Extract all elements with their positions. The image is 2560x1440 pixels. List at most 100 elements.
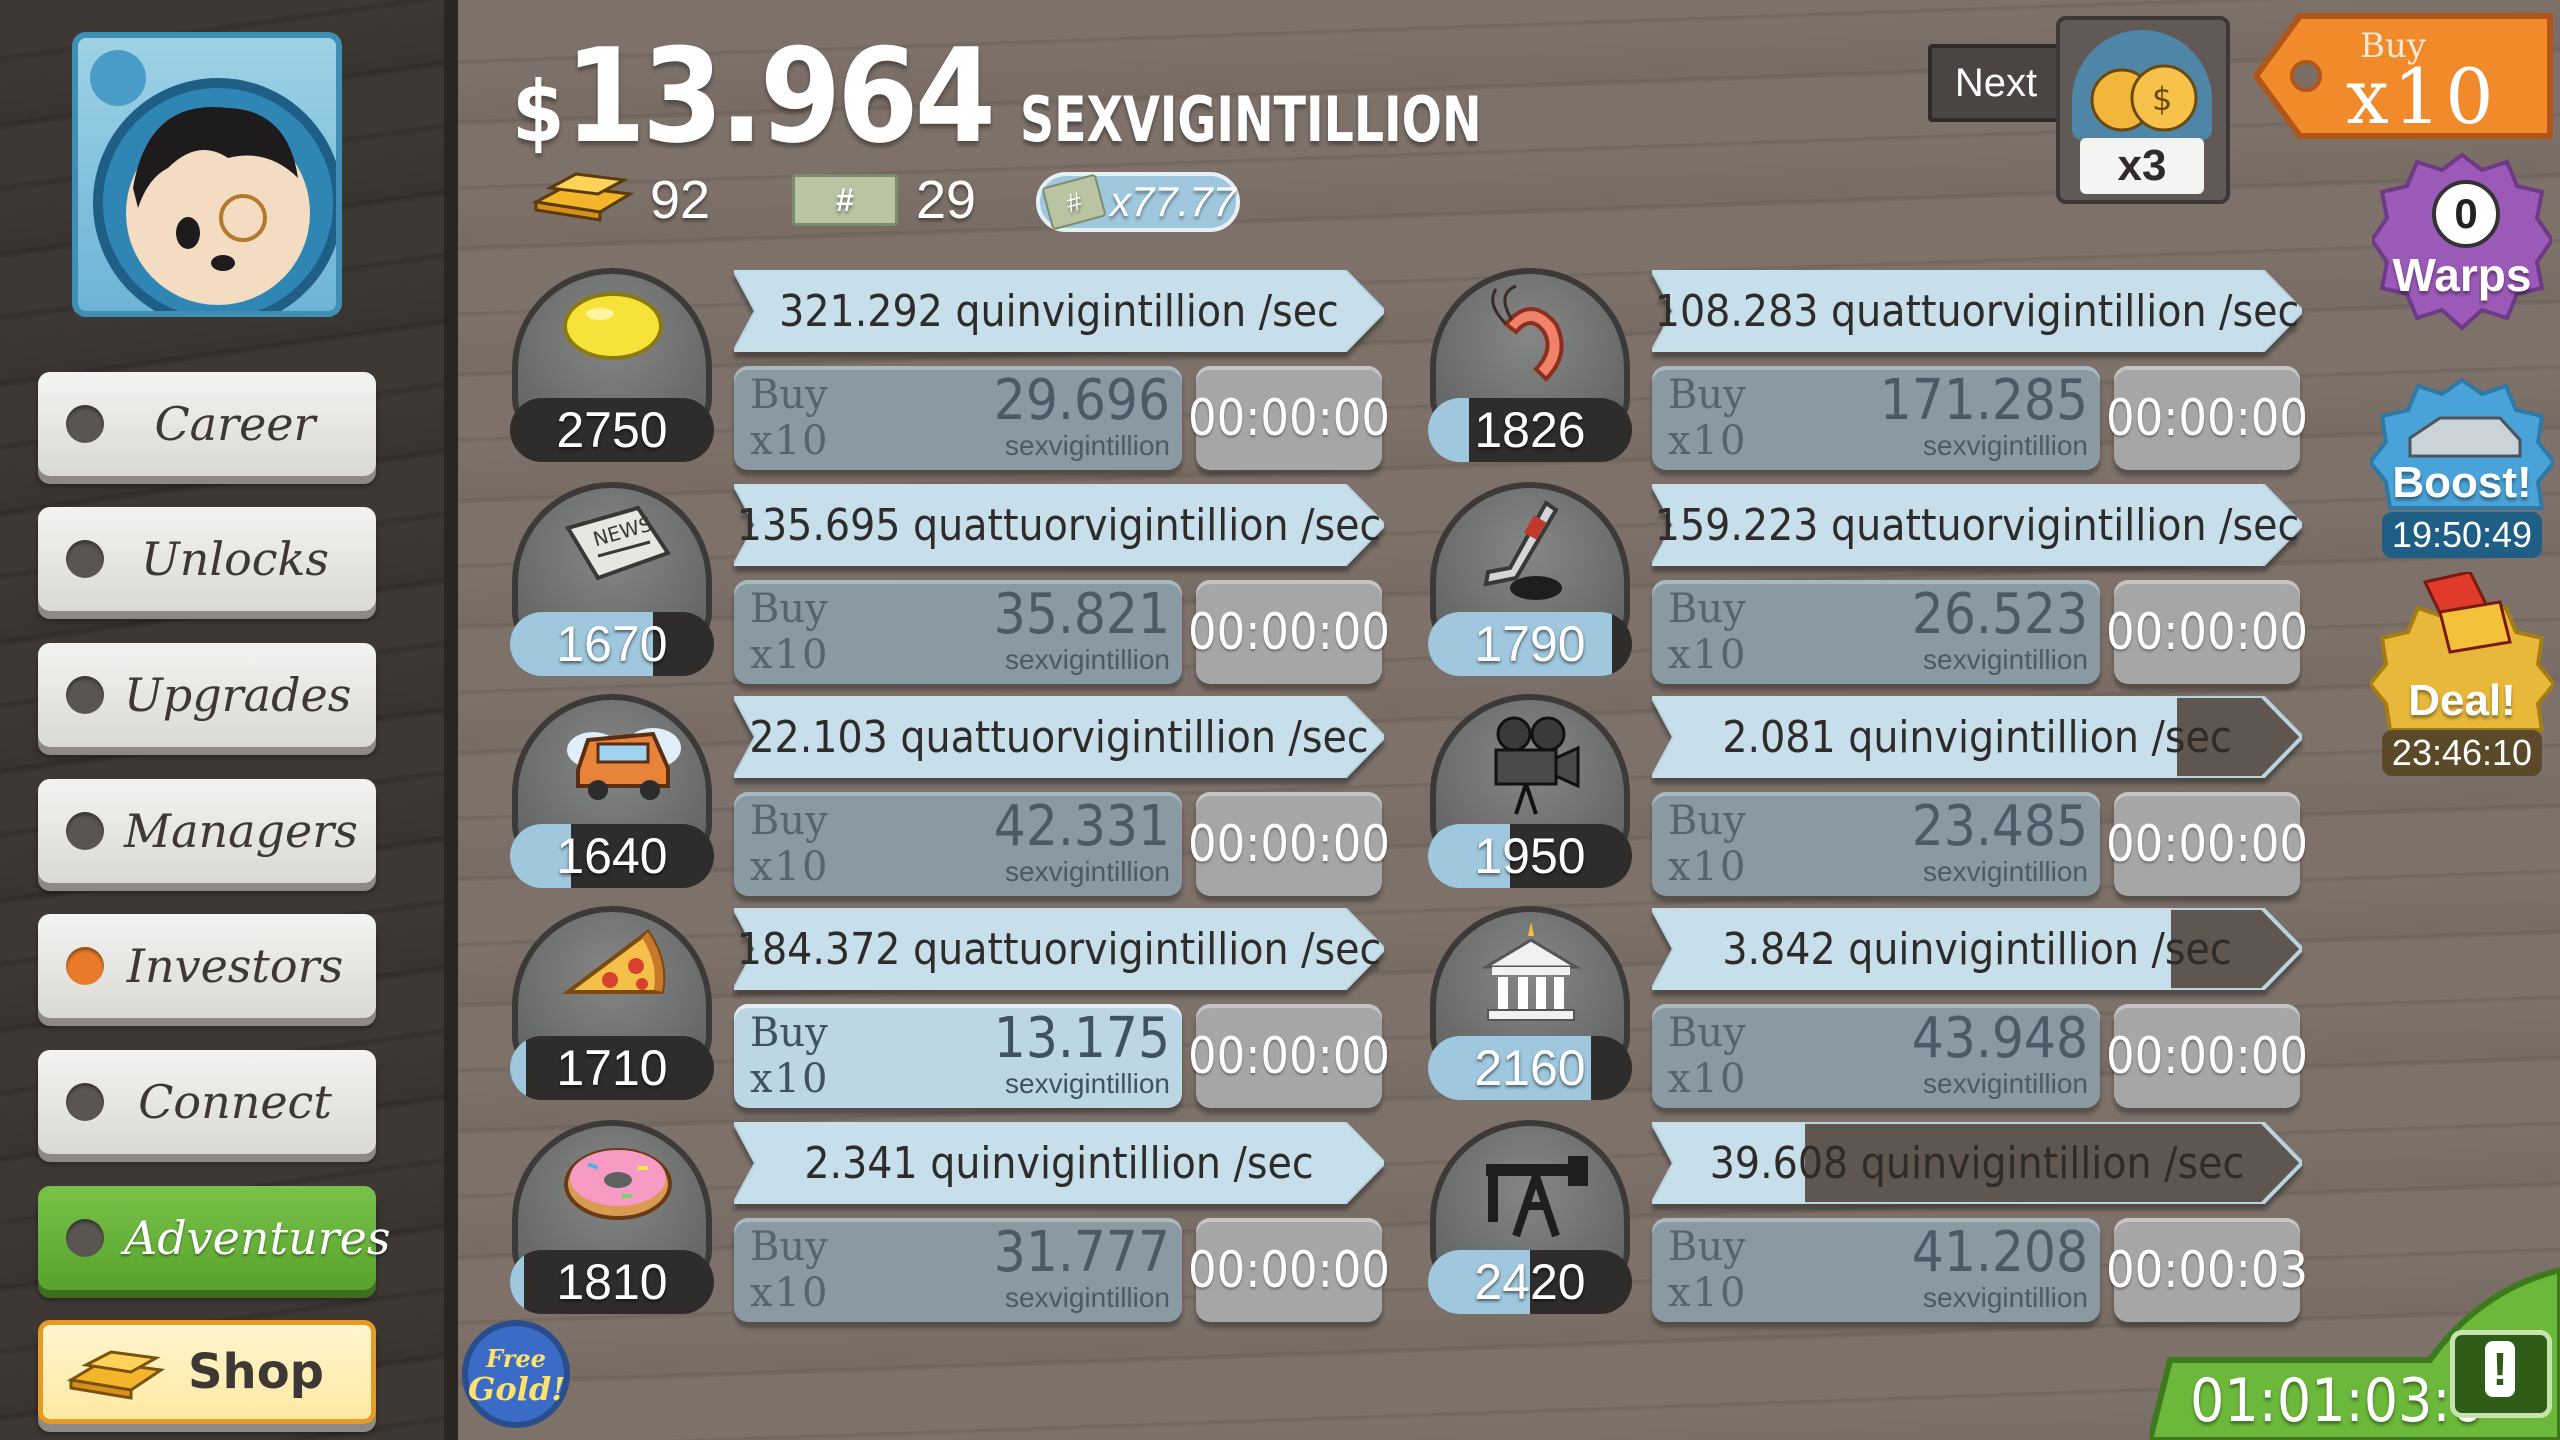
nav-shop[interactable]: Shop — [38, 1320, 376, 1424]
boost-label: Boost! — [2392, 458, 2532, 507]
buy-quantity: x10 — [750, 1270, 830, 1316]
production-timer: 00:00:00 — [2106, 1004, 2308, 1108]
nav-connect[interactable]: Connect — [38, 1050, 376, 1154]
production-timer: 00:00:00 — [1188, 1218, 1390, 1322]
buy-price: 31.777 — [993, 1220, 1170, 1285]
boost-badge[interactable]: Boost! 19:50:49 — [2370, 378, 2554, 558]
buy-price: 13.175 — [993, 1006, 1170, 1071]
lemon-icon — [558, 284, 668, 369]
revenue-rate-bar[interactable]: 135.695 quattuorvigintillion /sec — [734, 484, 1384, 566]
business-count-progress: 1640 — [510, 824, 714, 888]
buy-label: Buy — [750, 1010, 828, 1056]
buy-quantity: x10 — [1668, 1056, 1748, 1102]
buy-label: Buy — [750, 1224, 828, 1270]
buy-price-unit: sexvigintillion — [1005, 1068, 1170, 1099]
shrimp-icon — [1476, 284, 1586, 399]
buy-quantity: x10 — [1668, 632, 1748, 678]
buy-button[interactable]: Buy x10 31.777 sexvigintillion — [734, 1218, 1182, 1322]
buy-price: 35.821 — [993, 582, 1170, 647]
next-label[interactable]: Next — [1928, 44, 2064, 122]
nav-career[interactable]: Career — [38, 372, 376, 476]
buy-price: 26.523 — [1911, 582, 2088, 647]
buy-price: 41.208 — [1911, 1220, 2088, 1285]
revenue-rate-text: 184.372 quattuorvigintillion /sec — [736, 923, 1382, 975]
revenue-rate-bar[interactable]: 2.081 quinvigintillion /sec — [1652, 696, 2302, 778]
buy-price: 42.331 — [993, 794, 1170, 859]
owned-count: 1640 — [556, 828, 668, 884]
revenue-rate-text: 2.341 quinvigintillion /sec — [804, 1137, 1314, 1189]
megabucks-icon: # — [792, 174, 898, 226]
revenue-rate-bar[interactable]: 2.341 quinvigintillion /sec — [734, 1122, 1384, 1204]
buy-button[interactable]: Buy x10 35.821 sexvigintillion — [734, 580, 1182, 684]
owned-count: 1810 — [556, 1254, 668, 1310]
nav-label: Shop — [187, 1344, 325, 1400]
owned-count: 1950 — [1474, 828, 1586, 884]
buy-button[interactable]: Buy x10 171.285 sexvigintillion — [1652, 366, 2100, 470]
revenue-rate-bar[interactable]: 159.223 quattuorvigintillion /sec — [1652, 484, 2302, 566]
deal-timer: 23:46:10 — [2382, 730, 2542, 776]
deal-badge[interactable]: Deal! 23:46:10 — [2370, 572, 2554, 782]
revenue-rate-bar[interactable]: 184.372 quattuorvigintillion /sec — [734, 908, 1384, 990]
buy-label: Buy — [750, 372, 828, 418]
buy-button[interactable]: Buy x10 42.331 sexvigintillion — [734, 792, 1182, 896]
revenue-rate-bar[interactable]: 321.292 quinvigintillion /sec — [734, 270, 1384, 352]
revenue-rate-bar[interactable]: 108.283 quattuorvigintillion /sec — [1652, 270, 2302, 352]
buy-multiplier-toggle[interactable]: Buy x10 — [2250, 6, 2560, 146]
tv-reward-panel[interactable]: 01:01:03:0 ! — [2150, 1250, 2560, 1440]
business-count-progress: 1826 — [1428, 398, 1632, 462]
next-reward-panel[interactable]: $ x3 — [2056, 16, 2230, 204]
status-dot — [66, 676, 104, 714]
nav-unlocks[interactable]: Unlocks — [38, 507, 376, 611]
currency-symbol: $ — [512, 63, 565, 161]
buy-price: 23.485 — [1911, 794, 2088, 859]
buy-button[interactable]: Buy x10 41.208 sexvigintillion — [1652, 1218, 2100, 1322]
buy-price-unit: sexvigintillion — [1923, 1068, 2088, 1099]
nav-label: Connect — [138, 1075, 332, 1129]
newspaper-icon: NEWS — [558, 498, 678, 593]
nav-investors[interactable]: Investors — [38, 914, 376, 1018]
player-avatar[interactable] — [72, 32, 342, 317]
warps-badge[interactable]: 0 Warps — [2372, 150, 2552, 340]
buy-quantity: x10 — [750, 1056, 830, 1102]
gold-stat[interactable]: 92 — [528, 165, 710, 235]
pizza-icon — [558, 922, 678, 1017]
megabucks-icon: # — [1041, 173, 1107, 231]
nav-managers[interactable]: Managers — [38, 779, 376, 883]
buy-button[interactable]: Buy x10 13.175 sexvigintillion — [734, 1004, 1182, 1108]
multiplier-pill[interactable]: # x77.77 — [1036, 172, 1240, 232]
nav-label: Investors — [126, 939, 344, 993]
warps-label: Warps — [2392, 249, 2532, 301]
car-icon — [558, 710, 688, 815]
buy-button[interactable]: Buy x10 43.948 sexvigintillion — [1652, 1004, 2100, 1108]
buy-button[interactable]: Buy x10 23.485 sexvigintillion — [1652, 792, 2100, 896]
revenue-rate-bar[interactable]: 22.103 quattuorvigintillion /sec — [734, 696, 1384, 778]
megabucks-stat[interactable]: # 29 — [792, 165, 976, 235]
owned-count: 1790 — [1474, 616, 1586, 672]
money-bags-icon: $ — [2072, 30, 2212, 140]
revenue-rate-bar[interactable]: 3.842 quinvigintillion /sec — [1652, 908, 2302, 990]
buy-label: Buy — [1668, 1010, 1746, 1056]
revenue-rate-text: 321.292 quinvigintillion /sec — [779, 285, 1339, 337]
donut-icon — [558, 1136, 678, 1231]
nav-adventures[interactable]: Adventures — [38, 1186, 390, 1290]
nav-label: Upgrades — [124, 668, 352, 722]
buy-button[interactable]: Buy x10 26.523 sexvigintillion — [1652, 580, 2100, 684]
buy-price-unit: sexvigintillion — [1923, 430, 2088, 461]
buy-price-unit: sexvigintillion — [1923, 644, 2088, 675]
tv-timer: 01:01:03:0 — [2190, 1366, 2485, 1436]
business-count-progress: 1710 — [510, 1036, 714, 1100]
revenue-rate-text: 159.223 quattuorvigintillion /sec — [1654, 499, 2300, 551]
nav-upgrades[interactable]: Upgrades — [38, 643, 376, 747]
free-gold-button[interactable]: Free Gold! — [462, 1320, 570, 1428]
buy-price-unit: sexvigintillion — [1005, 856, 1170, 887]
nav-label: Adventures — [124, 1211, 391, 1265]
revenue-rate-text: 39.608 quinvigintillion /sec — [1709, 1137, 2245, 1189]
nav-label: Unlocks — [140, 532, 330, 586]
buy-price: 29.696 — [993, 368, 1170, 433]
production-timer: 00:00:00 — [1188, 580, 1390, 684]
buy-button[interactable]: Buy x10 29.696 sexvigintillion — [734, 366, 1182, 470]
money-unit: SEXVIGINTILLION — [1019, 83, 1482, 156]
buy-quantity: x10 — [1668, 844, 1748, 890]
revenue-rate-bar[interactable]: 39.608 quinvigintillion /sec — [1652, 1122, 2302, 1204]
buy-label: Buy — [1668, 1224, 1746, 1270]
